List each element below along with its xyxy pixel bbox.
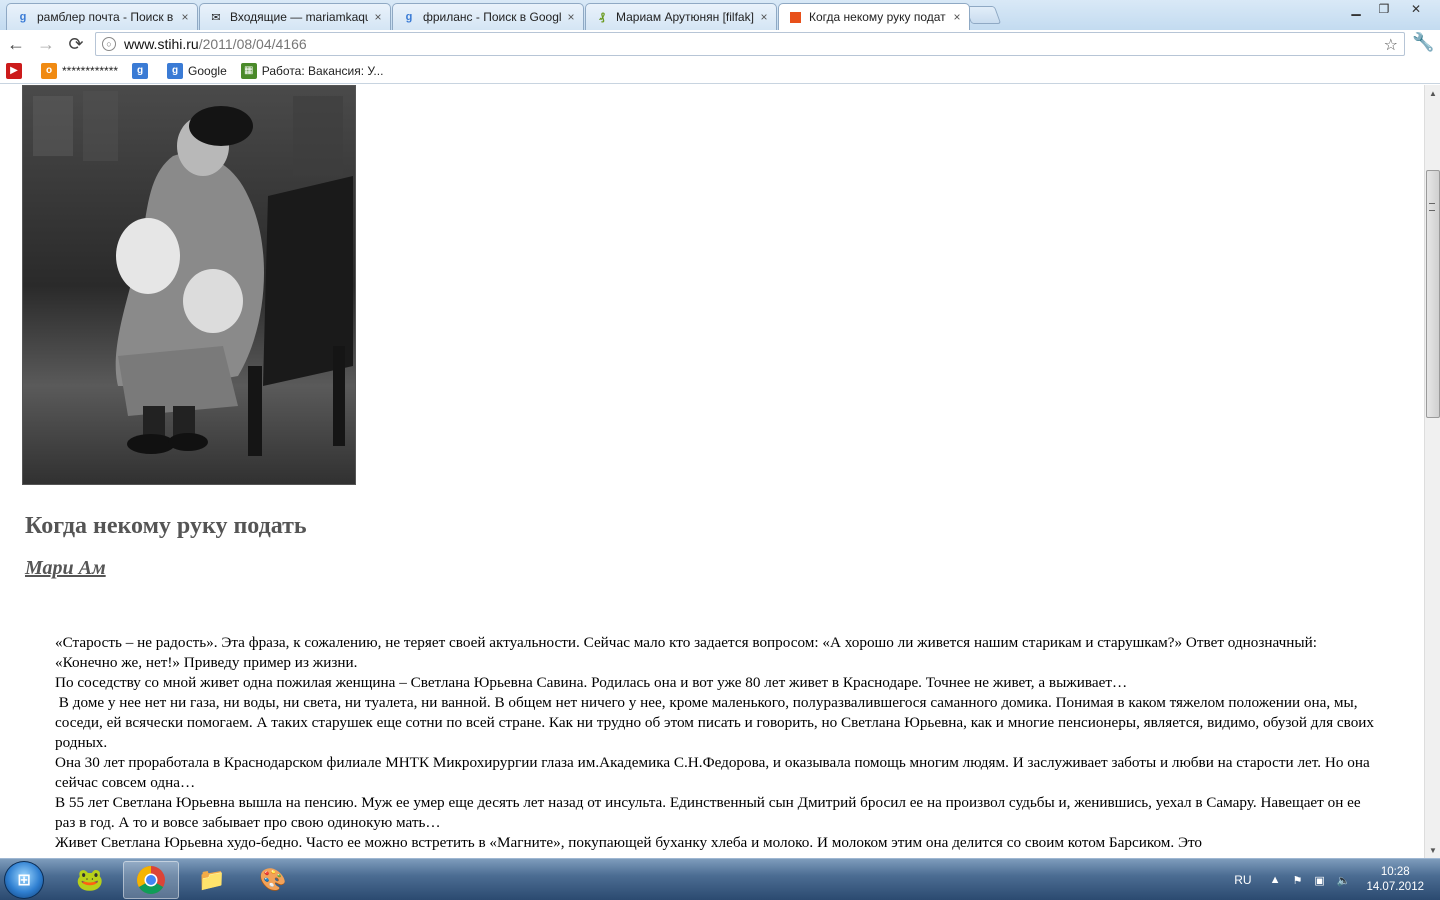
google-icon: g bbox=[405, 11, 413, 23]
frog-app-icon[interactable]: 🐸 bbox=[62, 861, 118, 899]
window-controls: ▁ ❐ ✕ bbox=[1342, 0, 1434, 18]
bookmark-odnoklassniki[interactable]: о ************ bbox=[41, 62, 119, 79]
back-button[interactable]: ← bbox=[2, 32, 30, 56]
tab-title: Мариам Арутюнян [filfak] bbox=[616, 10, 754, 24]
tab-stihi-active[interactable]: Когда некому руку подат × bbox=[778, 3, 970, 30]
youtube-icon: ▶ bbox=[6, 62, 22, 79]
google-icon: g bbox=[167, 62, 184, 79]
new-tab-button[interactable] bbox=[964, 6, 1002, 24]
clock-time: 10:28 bbox=[1380, 866, 1410, 878]
text-paragraph: В доме у нее нет ни газа, ни воды, ни св… bbox=[55, 694, 1378, 751]
tab-close-icon[interactable]: × bbox=[372, 10, 384, 24]
tab-close-icon[interactable]: × bbox=[758, 10, 770, 24]
address-bar[interactable]: ○ www.stihi.ru/2011/08/04/4166 ☆ bbox=[95, 32, 1405, 56]
tab-close-icon[interactable]: × bbox=[565, 10, 577, 24]
volume-icon[interactable]: 🔈 bbox=[1337, 874, 1351, 887]
text-paragraph: Она 30 лет проработала в Краснодарском ф… bbox=[55, 754, 1370, 791]
author-link[interactable]: Мари Ам bbox=[25, 557, 106, 580]
bookmark-youtube[interactable]: ▶ bbox=[6, 62, 27, 79]
text-paragraph: «Старость – не радость». Эта фраза, к со… bbox=[55, 634, 1317, 671]
bookmark-star-icon[interactable]: ☆ bbox=[1384, 35, 1398, 55]
wrench-menu-icon[interactable]: 🔧 bbox=[1412, 32, 1434, 53]
system-tray: RU ▲ ⚑ ▣ 🔈 10:28 14.07.2012 bbox=[1234, 859, 1440, 900]
fl-icon: ₰ bbox=[598, 11, 606, 23]
clock-date: 14.07.2012 bbox=[1366, 881, 1424, 893]
bookmark-google-2[interactable]: g Google bbox=[167, 62, 227, 79]
start-button[interactable]: ⊞ bbox=[4, 861, 44, 899]
paint-icon[interactable]: 🎨 bbox=[245, 861, 301, 899]
bookmarks-bar: ▶ о ************ g g Google ▦ Работа: Ва… bbox=[0, 58, 1440, 84]
tab-title: Когда некому руку подат bbox=[809, 10, 946, 24]
forward-button[interactable]: → bbox=[32, 32, 60, 56]
page-content: Когда некому руку подать Мари Ам «Старос… bbox=[0, 85, 1424, 858]
scroll-grip-icon bbox=[1429, 203, 1435, 211]
tab-freelance-search[interactable]: g фриланс - Поиск в Googl × bbox=[392, 3, 584, 30]
page-info-icon[interactable]: ○ bbox=[102, 37, 116, 51]
vertical-scrollbar[interactable]: ▲ ▼ bbox=[1424, 85, 1440, 858]
text-paragraph: По соседству со мной живет одна пожилая … bbox=[55, 674, 1128, 691]
windows-taskbar: ⊞ 🐸 📁 🎨 RU ▲ ⚑ ▣ 🔈 10:28 14.07.2012 bbox=[0, 858, 1440, 900]
reload-button[interactable]: ⟳ bbox=[62, 32, 90, 56]
bookmark-label: Работа: Вакансия: У... bbox=[261, 63, 384, 78]
language-indicator[interactable]: RU bbox=[1234, 873, 1251, 887]
text-paragraph: В 55 лет Светлана Юрьевна вышла на пенси… bbox=[55, 794, 1361, 831]
close-window-button[interactable]: ✕ bbox=[1398, 0, 1434, 18]
rabota-icon: ▦ bbox=[240, 62, 257, 79]
elderly-woman-on-bench-image bbox=[23, 86, 355, 484]
explorer-icon[interactable]: 📁 bbox=[184, 861, 240, 899]
url-host: www.stihi.ru bbox=[124, 36, 199, 52]
maximize-button[interactable]: ❐ bbox=[1370, 0, 1398, 18]
clock[interactable]: 10:28 14.07.2012 bbox=[1366, 865, 1424, 895]
bookmark-label: Google bbox=[188, 63, 227, 78]
action-center-flag-icon[interactable]: ⚑ bbox=[1292, 874, 1302, 887]
chrome-logo-icon bbox=[137, 866, 165, 894]
browser-toolbar: ← → ⟳ ○ www.stihi.ru/2011/08/04/4166 ☆ 🔧 bbox=[0, 30, 1440, 58]
bookmark-label: ************ bbox=[62, 63, 119, 78]
poem-text: «Старость – не радость». Эта фраза, к со… bbox=[55, 633, 1375, 853]
tab-strip: g рамблер почта - Поиск в × ✉ Входящие —… bbox=[0, 0, 1440, 30]
tab-profile[interactable]: ₰ Мариам Арутюнян [filfak] × bbox=[585, 3, 777, 30]
article-photo bbox=[22, 85, 356, 485]
google-icon: g bbox=[19, 11, 27, 23]
tab-title: фриланс - Поиск в Googl bbox=[423, 10, 561, 24]
google-icon: g bbox=[132, 62, 149, 79]
url-path: /2011/08/04/4166 bbox=[198, 36, 307, 52]
odnoklassniki-icon: о bbox=[41, 62, 57, 79]
tab-close-icon[interactable]: × bbox=[951, 10, 963, 24]
bookmark-google-1[interactable]: g bbox=[132, 62, 153, 79]
scroll-down-icon[interactable]: ▼ bbox=[1425, 842, 1440, 858]
show-hidden-icons-icon[interactable]: ▲ bbox=[1270, 874, 1281, 886]
stihi-icon bbox=[787, 9, 803, 25]
text-paragraph: Живет Светлана Юрьевна худо-бедно. Часто… bbox=[55, 834, 1203, 851]
tab-title: рамблер почта - Поиск в bbox=[37, 10, 174, 24]
tab-rambler-search[interactable]: g рамблер почта - Поиск в × bbox=[6, 3, 198, 30]
minimize-button[interactable]: ▁ bbox=[1342, 0, 1370, 18]
bookmark-rabota[interactable]: ▦ Работа: Вакансия: У... bbox=[240, 62, 384, 79]
network-icon[interactable]: ▣ bbox=[1314, 874, 1324, 887]
tab-title: Входящие — mariamkaqu bbox=[230, 10, 368, 24]
mail-icon: ✉ bbox=[211, 11, 221, 24]
tab-inbox[interactable]: ✉ Входящие — mariamkaqu × bbox=[199, 3, 391, 30]
tab-close-icon[interactable]: × bbox=[179, 10, 191, 24]
chrome-icon[interactable] bbox=[123, 861, 179, 899]
scroll-up-icon[interactable]: ▲ bbox=[1425, 85, 1440, 101]
poem-title: Когда некому руку подать bbox=[25, 513, 307, 539]
